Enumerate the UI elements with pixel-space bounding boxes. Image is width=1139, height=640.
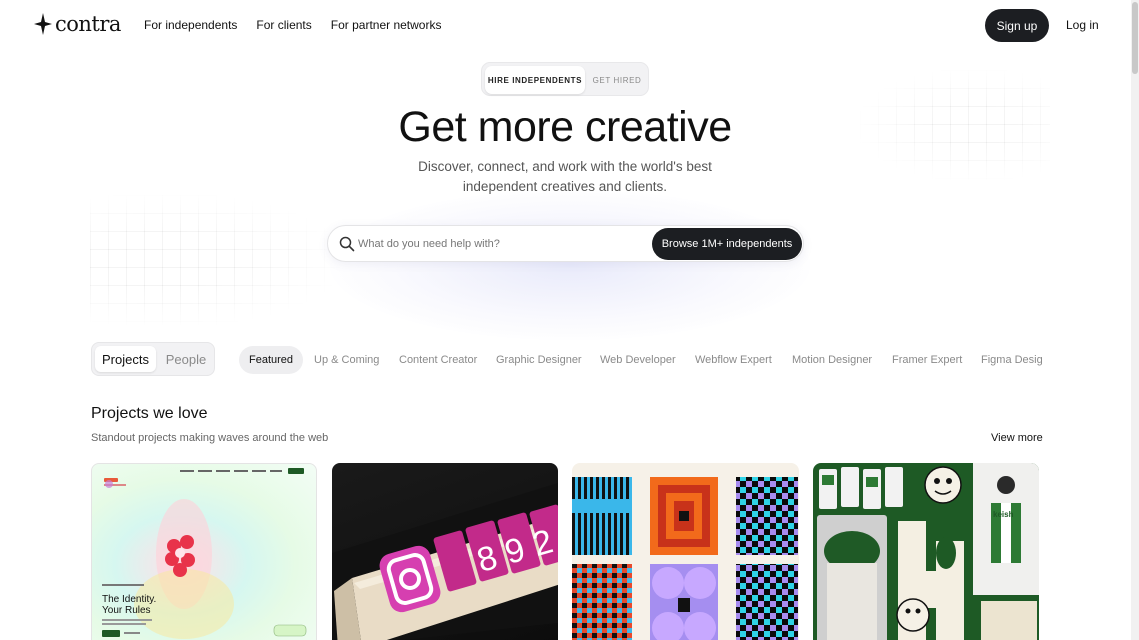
hero-subtitle: Discover, connect, and work with the wor… [0, 157, 1130, 196]
keish-brand-text: keish [993, 510, 1014, 519]
view-more-link[interactable]: View more [991, 432, 1043, 444]
project-thumbnail-identity: The Identity. Your Rules [102, 468, 307, 639]
category-framer-expert[interactable]: Framer Expert [892, 346, 962, 374]
tab-people[interactable]: People [158, 346, 214, 372]
category-content-creator[interactable]: Content Creator [399, 346, 477, 374]
category-featured[interactable]: Featured [239, 346, 304, 374]
browse-independents-button[interactable]: Browse 1M+ independents [652, 228, 802, 260]
project-thumbnail-keish: keish [817, 463, 1039, 640]
hero-subtitle-line-1: Discover, connect, and work with the wor… [418, 159, 712, 174]
logo-text: contra [55, 12, 121, 36]
hire-toggle: HIRE INDEPENDENTS GET HIRED [481, 62, 649, 96]
section-subtitle: Standout projects making waves around th… [91, 432, 329, 444]
category-figma-design[interactable]: Figma Design [981, 346, 1042, 374]
category-motion-designer[interactable]: Motion Designer [792, 346, 872, 374]
project-card[interactable]: 892 [332, 463, 558, 640]
log-in-link[interactable]: Log in [1066, 18, 1099, 32]
category-filters: Featured Up & Coming Content Creator Gra… [239, 346, 1042, 374]
card1-headline-2: Your Rules [102, 605, 151, 616]
category-web-developer[interactable]: Web Developer [600, 346, 676, 374]
category-up-and-coming[interactable]: Up & Coming [314, 346, 379, 374]
hero-glow [330, 190, 810, 340]
logo[interactable]: contra [34, 12, 121, 36]
project-thumbnail-patterns [572, 477, 798, 640]
hero-subtitle-line-2: independent creatives and clients. [462, 178, 668, 194]
sign-up-button[interactable]: Sign up [985, 9, 1049, 42]
nav-link-for-clients[interactable]: For clients [256, 18, 311, 32]
nav-link-for-partner-networks[interactable]: For partner networks [331, 18, 442, 32]
nav-links: For independents For clients For partner… [144, 18, 441, 32]
project-thumbnail-counter: 892 [332, 483, 558, 640]
search-input[interactable] [358, 234, 648, 254]
project-card[interactable]: The Identity. Your Rules [91, 463, 317, 640]
category-graphic-designer[interactable]: Graphic Designer [496, 346, 582, 374]
search-icon [339, 236, 355, 252]
tab-projects[interactable]: Projects [95, 346, 156, 372]
tab-get-hired[interactable]: GET HIRED [587, 66, 647, 94]
page-scrollbar[interactable] [1131, 0, 1139, 640]
section-title: Projects we love [91, 405, 208, 422]
tab-hire-independents[interactable]: HIRE INDEPENDENTS [485, 66, 585, 94]
grid-decoration-left [90, 195, 340, 325]
hero-title: Get more creative [398, 103, 732, 151]
projects-people-toggle: Projects People [91, 342, 215, 376]
top-nav: contra For independents For clients For … [0, 0, 1139, 50]
project-card[interactable]: keish [813, 463, 1039, 640]
scrollbar-thumb[interactable] [1132, 2, 1138, 74]
category-webflow-expert[interactable]: Webflow Expert [695, 346, 772, 374]
contra-star-icon [34, 13, 52, 35]
search-bar: Browse 1M+ independents [327, 225, 804, 262]
project-card[interactable] [572, 463, 799, 640]
card1-headline-1: The Identity. [102, 594, 156, 605]
nav-link-for-independents[interactable]: For independents [144, 18, 237, 32]
